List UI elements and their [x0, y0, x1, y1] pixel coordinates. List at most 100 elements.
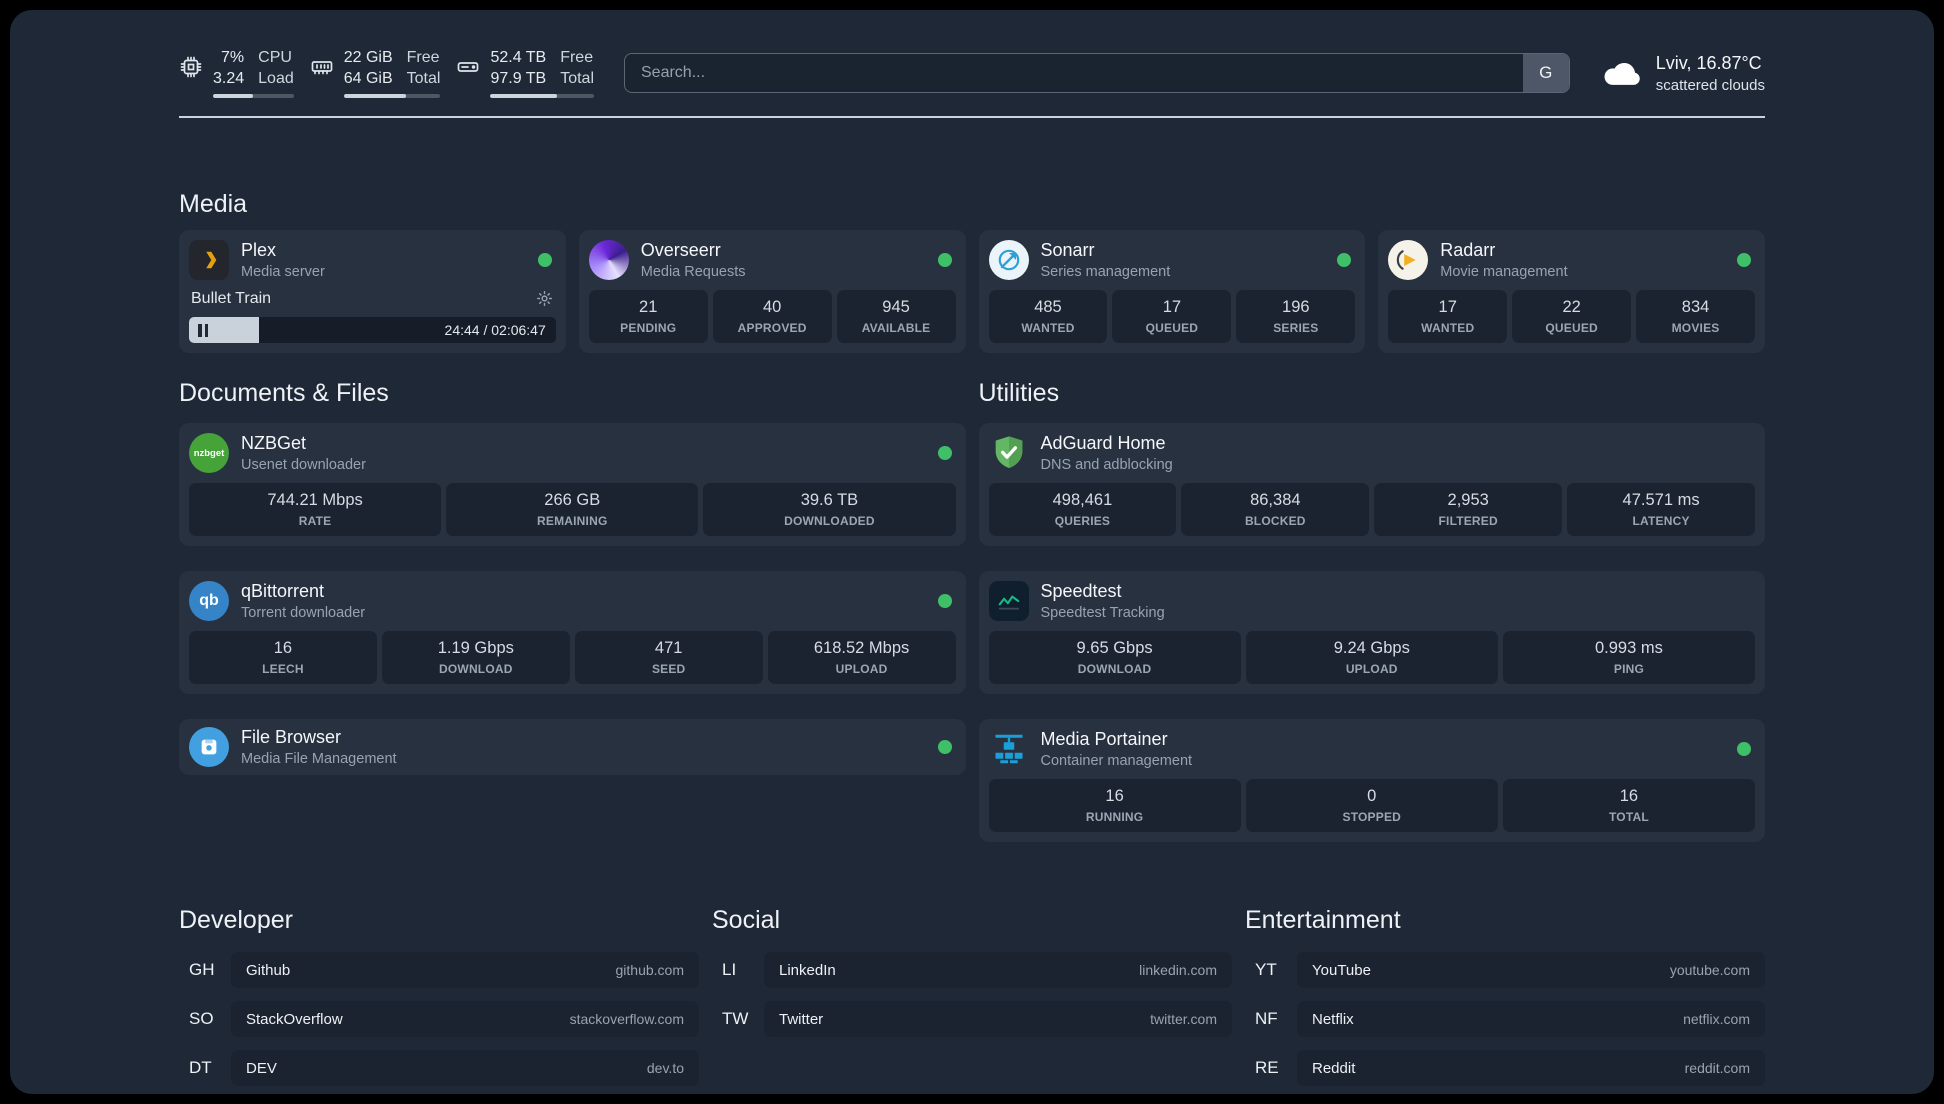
stat-label: RUNNING: [1085, 810, 1144, 824]
service-name: Sonarr: [1040, 240, 1095, 260]
service-card-speedtest[interactable]: Speedtest Speedtest Tracking 9.65 Gbps D…: [978, 571, 1765, 694]
disk-icon: [456, 55, 480, 79]
stat-label: APPROVED: [737, 321, 807, 335]
bookmark-group-title: Social: [712, 906, 781, 934]
stat-value: 744.21 Mbps: [267, 491, 363, 509]
service-card-plex[interactable]: Plex Media server Bullet Train 24:44 / 0…: [179, 230, 566, 353]
bookmark-youtube[interactable]: YT YouTube youtube.com: [1245, 952, 1765, 988]
memory-progress-bar: [343, 94, 441, 98]
stat-wanted: 17 WANTED: [1388, 290, 1508, 343]
stat-value: 0.993 ms: [1594, 639, 1663, 657]
memory-free-value: 22 GiB: [343, 49, 393, 66]
bookmark-url: linkedin.com: [1139, 962, 1217, 978]
service-card-overseerr[interactable]: Overseerr Media Requests 21 PENDING 40 A…: [578, 230, 966, 353]
service-card-filebrowser[interactable]: File Browser Media File Management: [179, 719, 966, 775]
stat-label: PENDING: [620, 321, 677, 335]
stat-value: 0: [1367, 787, 1377, 805]
service-card-adguard[interactable]: AdGuard Home DNS and adblocking 498,461 …: [978, 423, 1765, 546]
service-card-sonarr[interactable]: Sonarr Series management 485 WANTED 17 Q…: [978, 230, 1366, 353]
stat-value: 22: [1562, 298, 1581, 316]
service-description: Media Requests: [640, 264, 746, 280]
bookmark-abbr: YT: [1255, 960, 1277, 979]
service-card-qbittorrent[interactable]: qb qBittorrent Torrent downloader 16 LEE…: [179, 571, 966, 694]
stat-latency: 47.571 ms LATENCY: [1567, 483, 1755, 536]
cloud-icon: [1600, 51, 1644, 95]
bookmark-netflix[interactable]: NF Netflix netflix.com: [1245, 1001, 1765, 1037]
bookmark-reddit[interactable]: RE Reddit reddit.com: [1245, 1050, 1765, 1086]
bookmark-name: StackOverflow: [246, 1010, 343, 1028]
bookmark-abbr: SO: [189, 1009, 214, 1028]
bookmark-twitter[interactable]: TW Twitter twitter.com: [712, 1001, 1232, 1037]
stat-label: SERIES: [1273, 321, 1319, 335]
stat-label: LEECH: [262, 662, 304, 676]
service-description: Usenet downloader: [241, 457, 366, 473]
cpu-progress-bar: [213, 94, 294, 98]
stat-rate: 744.21 Mbps RATE: [189, 483, 442, 536]
stat-total: 16 TOTAL: [1502, 779, 1756, 832]
bookmark-abbr: LI: [722, 960, 737, 979]
stat-wanted: 485 WANTED: [988, 290, 1108, 343]
status-dot: [937, 446, 952, 460]
stat-value: 2,953: [1447, 491, 1489, 509]
radarr-icon: [1388, 240, 1429, 280]
section-title-utilities: Utilities: [978, 379, 1060, 407]
bookmark-url: twitter.com: [1150, 1011, 1217, 1027]
bookmark-dev[interactable]: DT DEV dev.to: [179, 1050, 699, 1086]
pause-icon[interactable]: [198, 323, 208, 337]
section-utilities: Utilities AdGuard Home DNS and adblockin…: [978, 377, 1765, 842]
cpu-widget: 7% 3.24 CPU Load: [179, 48, 294, 98]
stat-label: DOWNLOAD: [1077, 662, 1152, 676]
service-name: qBittorrent: [241, 581, 325, 601]
bookmark-group-title: Developer: [179, 906, 293, 934]
search-input[interactable]: [625, 54, 1523, 92]
player-progress-bar[interactable]: 24:44 / 02:06:47: [189, 317, 556, 343]
stat-value: 618.52 Mbps: [813, 639, 910, 657]
stat-value: 16: [273, 639, 293, 657]
stat-value: 47.571 ms: [1622, 491, 1700, 509]
stat-downloaded: 39.6 TB DOWNLOADED: [703, 483, 956, 536]
stat-label: WANTED: [1021, 321, 1075, 335]
service-card-nzbget[interactable]: nzbget NZBGet Usenet downloader 744.21 M…: [179, 423, 966, 546]
bookmark-stackoverflow[interactable]: SO StackOverflow stackoverflow.com: [179, 1001, 699, 1037]
bookmark-group-entertainment: Entertainment YT YouTube youtube.com NF …: [1245, 904, 1765, 1086]
bookmark-group-developer: Developer GH Github github.com SO StackO…: [179, 904, 699, 1086]
stat-blocked: 86,384 BLOCKED: [1181, 483, 1370, 536]
plex-icon: [189, 240, 229, 280]
stat-value: 40: [762, 298, 782, 316]
gear-icon[interactable]: [535, 289, 554, 308]
bookmark-name: DEV: [246, 1059, 277, 1077]
service-card-portainer[interactable]: Media Portainer Container management 16 …: [978, 719, 1765, 842]
search-provider-button[interactable]: G: [1522, 54, 1569, 92]
bookmark-linkedin[interactable]: LI LinkedIn linkedin.com: [712, 952, 1232, 988]
disk-free-label: Free: [560, 49, 594, 66]
section-media: Media Plex Media server Bullet Train 24:…: [179, 188, 1765, 353]
bookmark-github[interactable]: GH Github github.com: [179, 952, 699, 988]
stat-value: 485: [1034, 298, 1062, 316]
stat-value: 16: [1105, 787, 1124, 805]
status-dot: [937, 740, 952, 754]
stat-value: 196: [1282, 298, 1310, 316]
cpu-icon: [179, 55, 203, 79]
service-description: Speedtest Tracking: [1040, 605, 1165, 621]
stat-label: PING: [1613, 662, 1644, 676]
service-card-radarr[interactable]: Radarr Movie management 17 WANTED 22 QUE…: [1378, 230, 1765, 353]
service-description: DNS and adblocking: [1040, 457, 1173, 473]
stat-value: 86,384: [1250, 491, 1301, 509]
stat-approved: 40 APPROVED: [712, 290, 832, 343]
service-name: Speedtest: [1040, 581, 1122, 601]
adguard-icon: [989, 433, 1029, 473]
stat-value: 21: [639, 298, 658, 316]
search-bar[interactable]: G: [624, 53, 1570, 93]
stat-download: 1.19 Gbps DOWNLOAD: [381, 631, 570, 684]
stat-value: 17: [1438, 298, 1457, 316]
weather-location: Lviv, 16.87°C: [1655, 52, 1762, 73]
service-name: Media Portainer: [1040, 729, 1168, 749]
weather-widget[interactable]: Lviv, 16.87°C scattered clouds: [1600, 51, 1765, 95]
stat-seed: 471 SEED: [574, 631, 763, 684]
stat-leech: 16 LEECH: [189, 631, 377, 684]
stat-value: 498,461: [1052, 491, 1113, 509]
service-description: Media server: [241, 264, 325, 280]
service-name: AdGuard Home: [1040, 433, 1166, 453]
stat-label: BLOCKED: [1244, 514, 1306, 528]
service-description: Torrent downloader: [241, 605, 366, 621]
